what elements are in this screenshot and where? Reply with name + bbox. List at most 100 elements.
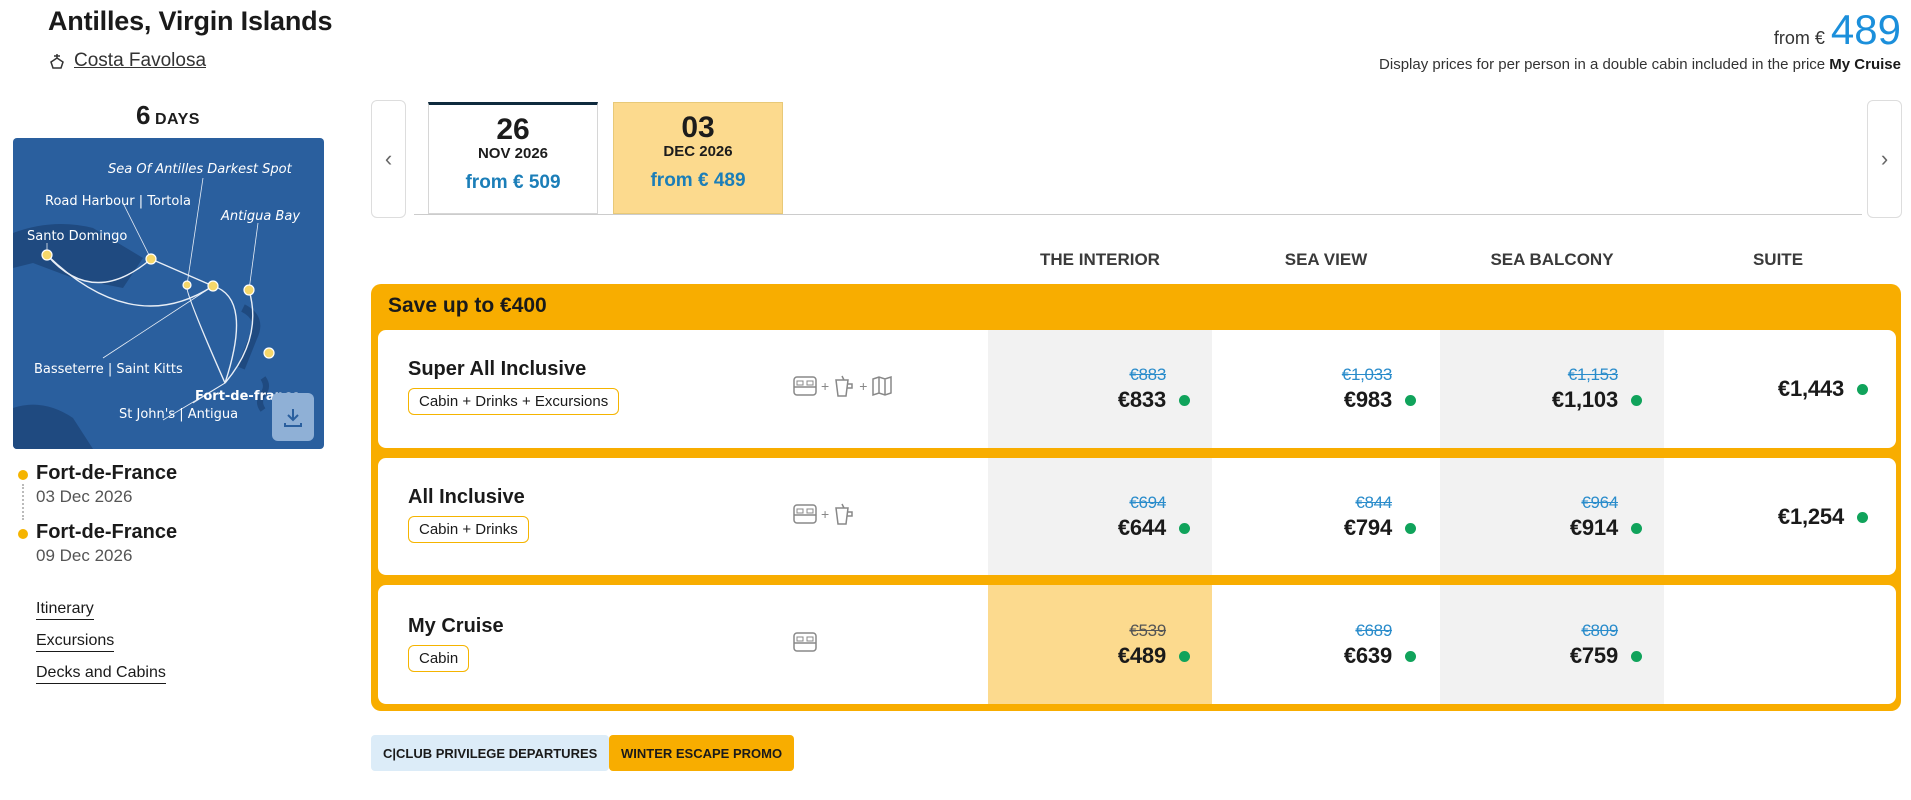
map-label: Sea Of Antilles Darkest Spot [108, 162, 293, 177]
current-price: €1,254 [1778, 504, 1868, 530]
price-note: Display prices for per person in a doubl… [1379, 56, 1901, 73]
availability-dot [1631, 650, 1642, 662]
date-option-dec-03[interactable]: 03 DEC 2026 from € 489 [613, 102, 783, 214]
current-price: €914 [1569, 514, 1642, 541]
fare-cell-sea-view[interactable]: €1,033 €983 [1214, 330, 1438, 448]
availability-dot [1405, 650, 1416, 662]
fare-cell-sea-view[interactable]: €689 €639 [1214, 585, 1438, 704]
map-label: Antigua Bay [220, 209, 300, 224]
package-row-all-inclusive: All Inclusive Cabin + Drinks + €694 €644… [378, 458, 1896, 575]
current-price: €983 [1343, 387, 1416, 413]
date-month: DEC 2026 [663, 143, 733, 160]
col-interior: THE INTERIOR [1040, 250, 1160, 269]
itinerary-stops: Fort-de-France 03 Dec 2026 Fort-de-Franc… [18, 462, 318, 566]
package-tag: Cabin + Drinks [408, 516, 529, 543]
itinerary-link[interactable]: Itinerary [36, 600, 94, 620]
ship-icon [50, 54, 64, 69]
old-price: €964 [1581, 492, 1618, 512]
ship-link[interactable]: Costa Favolosa [48, 50, 206, 72]
date-day: 26 [496, 113, 530, 146]
drink-icon [835, 503, 853, 525]
stop-arrival: Fort-de-France 09 Dec 2026 [18, 521, 318, 566]
old-price: €539 [1129, 620, 1166, 640]
price-note-bold: My Cruise [1829, 56, 1901, 73]
old-price: €844 [1355, 492, 1392, 512]
price-value: €983 [1343, 387, 1392, 412]
package-name: All Inclusive [408, 486, 525, 508]
old-price: €883 [1129, 365, 1166, 384]
stop-date: 03 Dec 2026 [36, 487, 133, 506]
route-map[interactable]: Sea Of Antilles Darkest Spot Road Harbou… [13, 138, 324, 449]
current-price: €833 [1117, 387, 1190, 413]
old-price: €1,153 [1567, 365, 1619, 384]
col-suite: SUITE [1752, 250, 1804, 269]
col-sea-balcony: SEA BALCONY [1490, 250, 1614, 269]
current-price: €489 [1118, 643, 1190, 669]
prev-dates-button[interactable]: ‹ [371, 100, 406, 218]
availability-dot [1631, 522, 1642, 534]
map-icon [872, 375, 893, 397]
page-title: Antilles, Virgin Islands [48, 6, 333, 36]
date-divider [414, 214, 1862, 215]
map-download-button[interactable] [272, 393, 314, 441]
fare-cell-interior[interactable]: €694 €644 [988, 458, 1212, 575]
availability-dot [1631, 395, 1642, 406]
stop-city: Fort-de-France [36, 462, 178, 484]
package-icons: + [792, 502, 856, 526]
price-value: €794 [1343, 514, 1392, 540]
excursions-link[interactable]: Excursions [36, 632, 115, 652]
promo-banner: Save up to €400 [388, 294, 547, 317]
map-label: Basseterre | Saint Kitts [34, 362, 183, 377]
current-price: €644 [1118, 515, 1190, 541]
fare-cell-interior[interactable]: €883 €833 [988, 330, 1212, 448]
fare-cell-suite[interactable]: €1,443 [1666, 330, 1890, 448]
date-month: NOV 2026 [477, 145, 549, 162]
package-row-my-cruise: My Cruise Cabin €539 €489 €689 €639 €809… [378, 585, 1896, 704]
bed-icon [793, 504, 817, 524]
fare-cell-sea-balcony[interactable]: €964 €914 [1440, 458, 1664, 575]
next-dates-button[interactable]: › [1867, 100, 1902, 218]
availability-dot [1179, 395, 1190, 406]
stop-departure: Fort-de-France 03 Dec 2026 [18, 462, 318, 507]
chevron-left-icon: ‹ [384, 146, 393, 171]
fare-cell-suite-empty [1666, 585, 1890, 704]
package-tag: Cabin [408, 645, 470, 672]
availability-dot [1405, 395, 1416, 406]
current-price: €1,103 [1551, 387, 1642, 413]
price-value: €639 [1343, 642, 1392, 668]
fare-cell-interior-selected[interactable]: €539 €489 [988, 585, 1212, 704]
days-number: 6 [136, 100, 151, 130]
fare-cell-suite[interactable]: €1,254 [1666, 458, 1890, 575]
package-name: My Cruise [408, 615, 504, 637]
package-name: Super All Inclusive [408, 358, 587, 380]
from-label: from € [1773, 28, 1825, 48]
availability-dot [1179, 650, 1190, 662]
bed-icon [793, 632, 817, 652]
date-option-nov-26[interactable]: 26 NOV 2026 from € 509 [428, 102, 598, 214]
date-day: 03 [681, 111, 715, 144]
ship-name: Costa Favolosa [74, 50, 207, 71]
availability-dot [1857, 384, 1868, 395]
old-price: €689 [1355, 620, 1392, 640]
fare-cell-sea-view[interactable]: €844 €794 [1214, 458, 1438, 575]
date-price: from € 489 [650, 170, 746, 191]
old-price: €809 [1581, 620, 1618, 640]
cclub-badge: C|CLUB PRIVILEGE DEPARTURES [371, 735, 610, 771]
winter-promo-badge: WINTER ESCAPE PROMO [609, 735, 795, 771]
price-value: €833 [1117, 387, 1166, 412]
price-value: €1,103 [1551, 387, 1618, 412]
fare-cell-sea-balcony[interactable]: €1,153 €1,103 [1440, 330, 1664, 448]
fare-cell-sea-balcony[interactable]: €809 €759 [1440, 585, 1664, 704]
map-label: Road Harbour | Tortola [45, 194, 191, 209]
drink-icon [835, 375, 853, 397]
stop-city: Fort-de-France [36, 521, 178, 543]
current-price: €759 [1570, 643, 1642, 669]
availability-dot [1857, 511, 1868, 523]
price-value: €914 [1569, 514, 1618, 540]
duration: 6 DAYS [13, 100, 323, 131]
price-value: €1,443 [1777, 376, 1844, 401]
package-icons: + + [792, 374, 894, 398]
info-links: Itinerary Excursions Decks and Cabins [36, 600, 166, 696]
from-price: from € 489 [1774, 6, 1901, 54]
decks-cabins-link[interactable]: Decks and Cabins [36, 664, 166, 684]
